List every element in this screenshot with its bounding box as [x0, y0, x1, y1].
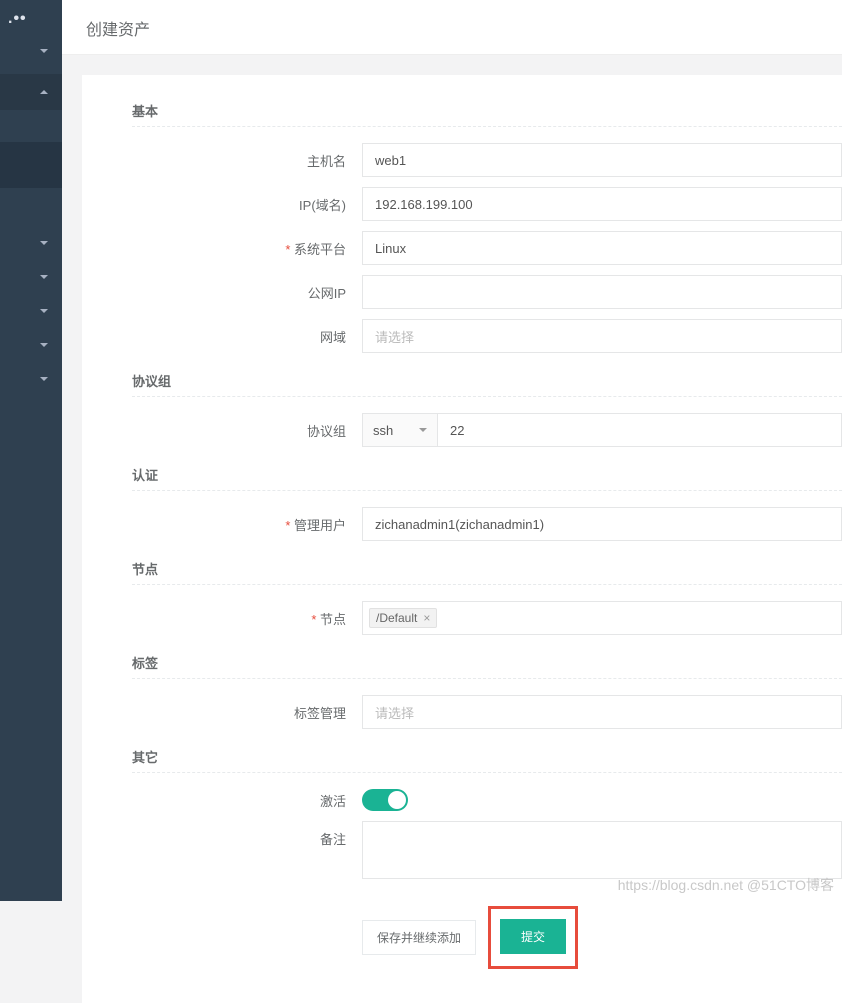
section-basic: 基本 主机名 IP(域名) 系统平台 Linux	[132, 95, 842, 353]
chevron-down-icon	[40, 343, 48, 347]
label-ip: IP(域名)	[132, 195, 362, 214]
label-public-ip: 公网IP	[132, 283, 362, 302]
label-hostname: 主机名	[132, 151, 362, 170]
comment-textarea[interactable]	[362, 821, 842, 879]
chevron-up-icon	[40, 90, 48, 94]
chevron-down-icon	[40, 377, 48, 381]
sidebar-item-4[interactable]	[0, 264, 62, 290]
protocol-type-select[interactable]: ssh	[362, 413, 438, 447]
chevron-down-icon	[40, 241, 48, 245]
sidebar-item-2[interactable]	[0, 74, 62, 110]
sidebar-brand: .••	[0, 10, 62, 22]
platform-select[interactable]: Linux	[362, 231, 842, 265]
sidebar-item-1[interactable]	[0, 36, 62, 66]
form-actions: 保存并继续添加 提交	[362, 906, 842, 969]
sidebar-item-7[interactable]	[0, 366, 62, 392]
sidebar-item-5[interactable]	[0, 298, 62, 324]
section-auth: 认证 管理用户 zichanadmin1(zichanadmin1)	[132, 459, 842, 541]
submit-button[interactable]: 提交	[500, 919, 566, 954]
label-platform: 系统平台	[132, 239, 362, 258]
section-title-other: 其它	[132, 741, 842, 773]
sidebar: .••	[0, 0, 62, 901]
close-icon[interactable]: ×	[423, 611, 430, 625]
content-wrapper: 基本 主机名 IP(域名) 系统平台 Linux	[62, 55, 842, 1003]
chevron-down-icon	[40, 275, 48, 279]
section-title-node: 节点	[132, 553, 842, 585]
section-title-protocol: 协议组	[132, 365, 842, 397]
form-panel: 基本 主机名 IP(域名) 系统平台 Linux	[82, 75, 842, 1003]
page-title: 创建资产	[62, 0, 842, 55]
protocol-port-input[interactable]	[438, 413, 842, 447]
label-comment: 备注	[132, 821, 362, 848]
section-labels: 标签 标签管理 请选择	[132, 647, 842, 729]
node-tagbox[interactable]: /Default ×	[362, 601, 842, 635]
hostname-input[interactable]	[362, 143, 842, 177]
section-title-basic: 基本	[132, 95, 842, 127]
sidebar-item-6[interactable]	[0, 332, 62, 358]
main: 创建资产 基本 主机名 IP(域名) 系统平台	[62, 0, 842, 901]
node-chip-label: /Default	[376, 611, 417, 625]
node-chip-default[interactable]: /Default ×	[369, 608, 437, 628]
label-label-mgmt: 标签管理	[132, 703, 362, 722]
section-protocol: 协议组 协议组 ssh	[132, 365, 842, 447]
protocol-type-value: ssh	[373, 423, 393, 438]
ip-input[interactable]	[362, 187, 842, 221]
label-protocol-group: 协议组	[132, 421, 362, 440]
label-domain: 网域	[132, 327, 362, 346]
save-continue-button[interactable]: 保存并继续添加	[362, 920, 476, 955]
chevron-down-icon	[40, 309, 48, 313]
section-title-auth: 认证	[132, 459, 842, 491]
sidebar-item-3[interactable]	[0, 230, 62, 256]
label-node: 节点	[132, 609, 362, 628]
label-active: 激活	[132, 791, 362, 810]
section-other: 其它 激活 备注 保存并继	[132, 741, 842, 969]
domain-select[interactable]: 请选择	[362, 319, 842, 353]
active-toggle[interactable]	[362, 789, 408, 811]
label-admin-user: 管理用户	[132, 515, 362, 534]
sidebar-item-active-sub[interactable]	[0, 142, 62, 188]
chevron-down-icon	[419, 428, 427, 432]
watermark: https://blog.csdn.net @51CTO博客	[618, 875, 834, 895]
chevron-down-icon	[40, 49, 48, 53]
public-ip-input[interactable]	[362, 275, 842, 309]
section-title-labels: 标签	[132, 647, 842, 679]
label-mgmt-select[interactable]: 请选择	[362, 695, 842, 729]
admin-user-select[interactable]: zichanadmin1(zichanadmin1)	[362, 507, 842, 541]
submit-highlight-box: 提交	[488, 906, 578, 969]
section-node: 节点 节点 /Default ×	[132, 553, 842, 635]
